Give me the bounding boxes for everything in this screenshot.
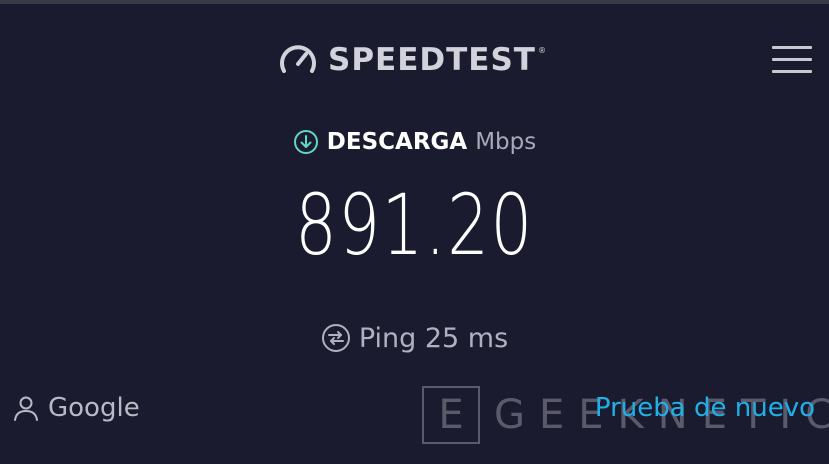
download-arrow-icon [293,130,318,154]
watermark-logo-box: E [422,386,480,444]
download-unit: Mbps [475,129,537,155]
provider-name: Google [48,393,140,423]
provider: Google [12,388,140,428]
gauge-icon [280,45,316,73]
speedtest-logo: SPEEDTEST ® [278,40,546,80]
retry-test-link[interactable]: Prueba de nuevo [595,388,815,428]
window-top-border [0,0,829,4]
download-speed-value: 891.20 [295,176,534,274]
logo-trademark: ® [537,46,546,55]
download-metric-header: DESCARGA Mbps [0,122,829,162]
header: SPEEDTEST ® [0,36,829,86]
ping-info: Ping 25 ms [0,316,829,360]
ping-icon [321,324,350,352]
user-icon [14,396,38,421]
download-label: DESCARGA [326,129,468,155]
ping-label: Ping 25 ms [358,322,509,354]
hamburger-menu-icon[interactable] [772,42,812,74]
logo-text: SPEEDTEST [328,42,536,78]
